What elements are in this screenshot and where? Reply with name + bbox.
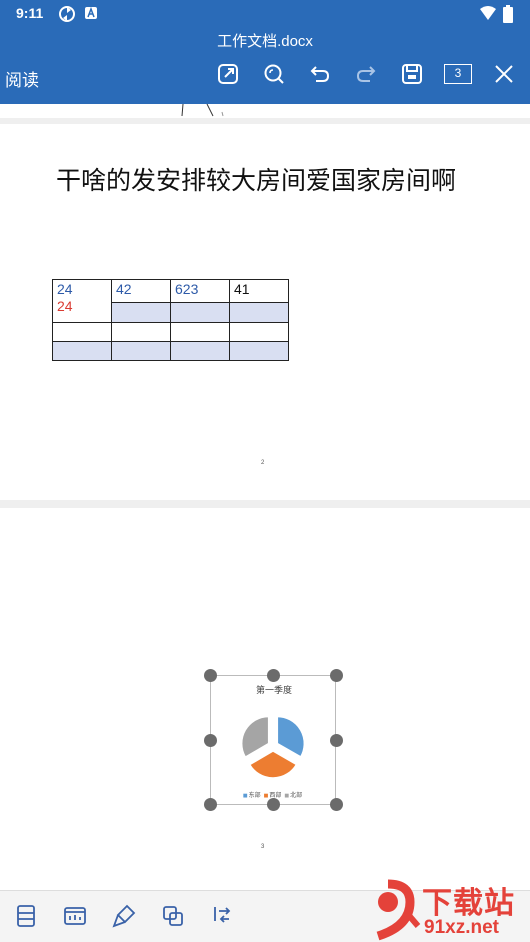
search-icon xyxy=(264,64,284,84)
save-button[interactable] xyxy=(398,60,426,88)
resize-handle-top[interactable] xyxy=(267,669,280,682)
layout-button[interactable] xyxy=(13,903,39,929)
table-cell[interactable] xyxy=(229,341,289,361)
pie-chart xyxy=(240,715,306,779)
edit-button[interactable] xyxy=(214,60,242,88)
legend-marker-icon: ■ xyxy=(284,793,290,799)
cell-text: 623 xyxy=(175,281,199,297)
resize-handle-bottom[interactable] xyxy=(267,798,280,811)
redo-button[interactable] xyxy=(352,60,380,88)
undo-icon xyxy=(310,66,330,82)
table-cell[interactable] xyxy=(111,322,171,342)
search-button[interactable] xyxy=(260,60,288,88)
layout-icon xyxy=(17,905,35,927)
resize-handle-left[interactable] xyxy=(204,734,217,747)
cell-text: 24 xyxy=(57,298,73,314)
swap-icon xyxy=(214,907,231,923)
wifi-icon xyxy=(479,5,497,25)
drawing-fragment xyxy=(181,104,224,117)
resize-handle-top-right[interactable] xyxy=(330,669,343,682)
shaded-subcell xyxy=(171,302,229,322)
page-number: 2 xyxy=(261,460,265,466)
chart-object[interactable]: 第一季度 ■东部 ■西部 ■北部 xyxy=(210,675,336,805)
table-cell[interactable]: 623 xyxy=(170,279,230,323)
swap-button[interactable] xyxy=(209,903,235,929)
table-cell[interactable] xyxy=(52,322,112,342)
sync-icon xyxy=(58,5,76,27)
page-count-icon[interactable]: 3 xyxy=(444,64,472,84)
legend-item: ■北部 xyxy=(284,792,302,799)
legend-marker-icon: ■ xyxy=(263,793,269,799)
table-cell[interactable] xyxy=(170,341,230,361)
table-cell[interactable] xyxy=(52,341,112,361)
pie-slice-东部 xyxy=(276,715,306,758)
redo-icon xyxy=(356,66,376,82)
table-cell[interactable] xyxy=(170,322,230,342)
edit-icon xyxy=(218,64,238,84)
cell-text: 42 xyxy=(116,281,132,297)
table-row: 24 24 42 623 41 xyxy=(52,279,289,323)
status-bar: 9:11 xyxy=(0,0,530,28)
legend-label: 东部 xyxy=(248,792,261,799)
undo-button[interactable] xyxy=(306,60,334,88)
shaded-subcell xyxy=(112,302,170,322)
status-time: 9:11 xyxy=(16,5,44,21)
table-cell[interactable] xyxy=(111,341,171,361)
legend-item: ■东部 xyxy=(243,792,261,799)
brush-icon xyxy=(112,904,136,928)
close-button[interactable] xyxy=(490,60,518,88)
table-cell[interactable]: 24 24 xyxy=(52,279,112,323)
close-icon xyxy=(495,65,513,83)
battery-icon xyxy=(503,5,513,27)
resize-handle-bottom-left[interactable] xyxy=(204,798,217,811)
document-title: 工作文档.docx xyxy=(217,33,313,50)
save-icon xyxy=(402,64,422,84)
watermark-text: 下载站 xyxy=(422,886,515,921)
pie-center xyxy=(269,742,277,750)
copy-icon xyxy=(163,906,183,926)
watermark-logo-icon xyxy=(376,879,421,941)
app-notification-icon xyxy=(84,5,98,24)
cell-text: 41 xyxy=(234,281,250,297)
page-heading: 干啥的发安排较大房间爱国家房间啊 xyxy=(56,166,457,195)
page-number: 3 xyxy=(261,844,265,850)
pie-slice-西部 xyxy=(248,750,298,779)
shaded-subcell xyxy=(230,302,288,322)
resize-handle-top-left[interactable] xyxy=(204,669,217,682)
legend-label: 北部 xyxy=(290,792,303,799)
pie-slice-北部 xyxy=(240,715,270,759)
cell-text: 24 xyxy=(57,281,73,297)
view-icon xyxy=(64,907,86,925)
watermark-url: 91xz.net xyxy=(424,917,499,938)
page-1-bottom xyxy=(0,104,530,118)
legend-marker-icon: ■ xyxy=(242,793,248,799)
document-table: 24 24 42 623 41 xyxy=(52,279,289,361)
page-3: 第一季度 ■东部 ■西部 ■北部 3 xyxy=(0,508,530,890)
table-row xyxy=(52,322,289,342)
table-cell[interactable] xyxy=(229,322,289,342)
brush-button[interactable] xyxy=(111,903,137,929)
table-cell[interactable]: 41 xyxy=(229,279,289,323)
view-button[interactable] xyxy=(62,903,88,929)
app-bar: 工作文档.docx 阅读 3 xyxy=(0,28,530,104)
resize-handle-right[interactable] xyxy=(330,734,343,747)
resize-handle-bottom-right[interactable] xyxy=(330,798,343,811)
page-2: 干啥的发安排较大房间爱国家房间啊 24 24 42 623 41 2 xyxy=(0,124,530,500)
copy-button[interactable] xyxy=(160,903,186,929)
reading-mode-label[interactable]: 阅读 xyxy=(5,66,39,91)
site-watermark: 下载站 91xz.net xyxy=(358,876,530,942)
table-row xyxy=(52,341,289,361)
table-cell[interactable]: 42 xyxy=(111,279,171,323)
